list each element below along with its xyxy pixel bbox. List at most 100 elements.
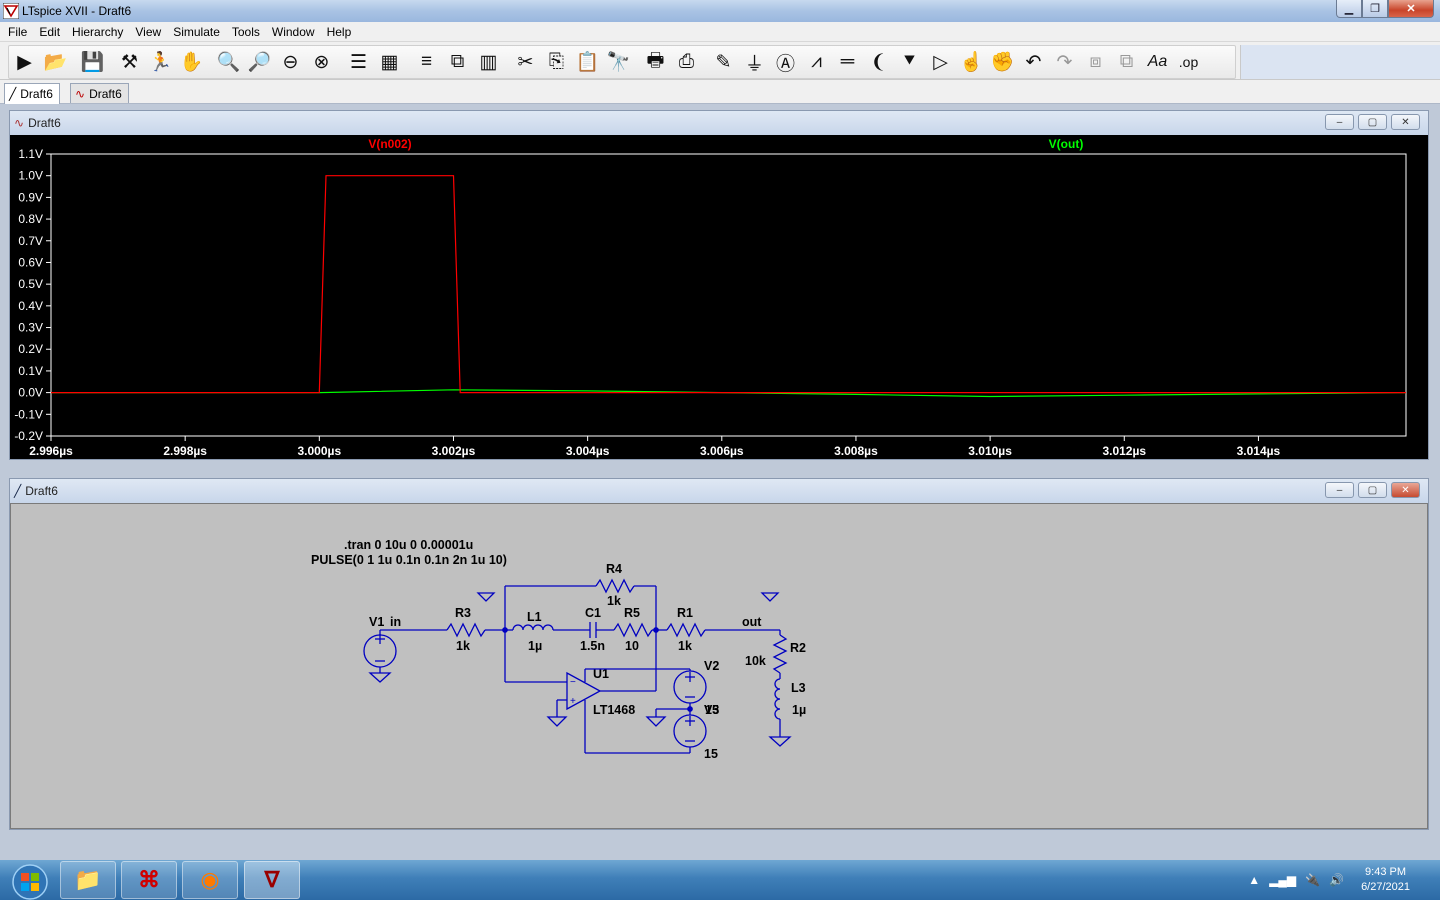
undo-icon[interactable]: ↶	[1018, 47, 1049, 77]
schematic-icon: ╱	[14, 484, 22, 498]
tile-horizontal-icon[interactable]: ≡	[411, 47, 442, 77]
spice-directive-tran[interactable]: .tran 0 10u 0 0.00001u	[344, 538, 473, 552]
ground-symbol[interactable]	[546, 716, 568, 727]
save-icon[interactable]: 💾	[77, 47, 108, 77]
r2-resistor[interactable]	[772, 634, 788, 674]
menu-file[interactable]: File	[2, 25, 33, 39]
tab-schematic[interactable]: ╱ Draft6	[4, 83, 60, 104]
r1-resistor[interactable]	[666, 622, 706, 638]
y-tick-label: 0.0V	[18, 386, 43, 400]
show-hidden-icons-icon[interactable]: ▲	[1248, 873, 1260, 887]
menu-hierarchy[interactable]: Hierarchy	[66, 25, 129, 39]
schematic-close-button[interactable]: ✕	[1391, 482, 1420, 498]
move-icon[interactable]: ✊	[987, 47, 1018, 77]
label-icon[interactable]: Ⓐ	[770, 47, 801, 77]
explorer-icon[interactable]: 📁	[60, 861, 116, 899]
acrobat-icon[interactable]: ⌘	[121, 861, 177, 899]
print-icon[interactable]: 🖶	[640, 47, 671, 77]
x-tick-label: 3.014µs	[1237, 444, 1281, 458]
component-icon[interactable]: ▷	[925, 47, 956, 77]
plot-minimize-button[interactable]: –	[1325, 114, 1354, 130]
firefox-icon[interactable]: ◉	[182, 861, 238, 899]
menu-edit[interactable]: Edit	[33, 25, 66, 39]
schematic-canvas[interactable]: .tran 0 10u 0 0.00001u PULSE(0 1 1u 0.1n…	[10, 503, 1428, 829]
ground-symbol[interactable]	[476, 592, 496, 602]
r4-label: R4	[606, 562, 622, 576]
r3-resistor[interactable]	[446, 622, 486, 638]
cascade-icon[interactable]: ⧉	[442, 47, 473, 77]
run-icon[interactable]: ▶	[9, 47, 40, 77]
pan-icon[interactable]: ✋	[176, 47, 207, 77]
plot-maximize-button[interactable]: ▢	[1358, 114, 1387, 130]
close-button[interactable]: ✕	[1388, 0, 1434, 18]
capacitor-icon[interactable]: ═	[832, 47, 863, 77]
diode-icon[interactable]: ⯆	[894, 47, 925, 77]
trace-name-vn002[interactable]: V(n002)	[368, 137, 411, 151]
r4-resistor[interactable]	[595, 578, 635, 594]
v3-value: 15	[704, 747, 718, 761]
mirror-icon[interactable]: ⧉	[1111, 47, 1142, 77]
menu-tools[interactable]: Tools	[226, 25, 266, 39]
maximize-button[interactable]: ❐	[1362, 0, 1388, 18]
spice-directive-icon[interactable]: .op	[1173, 47, 1204, 77]
zoom-out-icon[interactable]: ⊖	[275, 47, 306, 77]
ground-symbol[interactable]	[645, 716, 667, 727]
find-icon[interactable]: 🔭	[603, 47, 634, 77]
wire-icon[interactable]: ✎	[708, 47, 739, 77]
drag-icon[interactable]: ☝	[956, 47, 987, 77]
tile-vertical-icon[interactable]: ▥	[473, 47, 504, 77]
open-icon[interactable]: 📂	[40, 47, 71, 77]
print-setup-icon[interactable]: ⎙	[671, 47, 702, 77]
control-panel-icon[interactable]: ⚒	[114, 47, 145, 77]
zoom-fit-icon[interactable]: ⊗	[306, 47, 337, 77]
menu-help[interactable]: Help	[321, 25, 358, 39]
trace-name-vout[interactable]: V(out)	[1049, 137, 1084, 151]
resistor-icon[interactable]: ⩘	[801, 47, 832, 77]
schematic-minimize-button[interactable]: –	[1325, 482, 1354, 498]
l1-inductor[interactable]	[512, 624, 554, 631]
copy-icon[interactable]: ⎘	[541, 47, 572, 77]
network-icon[interactable]: ▂▄▆	[1269, 873, 1296, 887]
power-icon[interactable]: 🔌	[1305, 873, 1320, 887]
autorange-icon[interactable]: ☰	[343, 47, 374, 77]
menu-simulate[interactable]: Simulate	[167, 25, 226, 39]
rotate-icon[interactable]: ⧈	[1080, 47, 1111, 77]
toolbar: ▶ 📂 💾 ⚒ 🏃 ✋ 🔍 🔎 ⊖ ⊗ ☰ ▦ ≡ ⧉ ▥ ✂ ⎘ 📋 🔭 🖶 …	[0, 42, 1440, 80]
setup-icon[interactable]: ▦	[374, 47, 405, 77]
plot-close-button[interactable]: ✕	[1391, 114, 1420, 130]
waveform-chart[interactable]: 1.1V 1.0V 0.9V 0.8V 0.7V 0.6V 0.5V 0.4V 0.3V 0.2V…	[10, 135, 1428, 459]
cut-icon[interactable]: ✂	[510, 47, 541, 77]
v1-voltage-source[interactable]	[363, 630, 397, 683]
x-tick-label: 3.000µs	[298, 444, 342, 458]
l3-inductor[interactable]	[774, 678, 781, 720]
schematic-maximize-button[interactable]: ▢	[1358, 482, 1387, 498]
clock[interactable]: 9:43 PM 6/27/2021	[1361, 865, 1410, 895]
menu-window[interactable]: Window	[266, 25, 321, 39]
plot-window-titlebar: ∿ Draft6	[10, 111, 1428, 135]
windows-taskbar: 📁 ⌘ ◉ ∇ ▲ ▂▄▆ 🔌 🔊 9:43 PM 6/27/2021	[0, 860, 1440, 900]
tab-waveform[interactable]: ∿ Draft6	[70, 83, 129, 103]
volume-icon[interactable]: 🔊	[1329, 873, 1344, 887]
halt-icon[interactable]: 🏃	[145, 47, 176, 77]
ltspice-icon[interactable]: ∇	[244, 861, 300, 899]
menu-view[interactable]: View	[129, 25, 167, 39]
r5-resistor[interactable]	[613, 622, 653, 638]
zoom-in-icon[interactable]: 🔍	[213, 47, 244, 77]
ground-symbol[interactable]	[760, 592, 780, 602]
redo-icon[interactable]: ↷	[1049, 47, 1080, 77]
start-button[interactable]	[4, 862, 52, 900]
zoom-area-icon[interactable]: 🔎	[244, 47, 275, 77]
inductor-icon[interactable]: ❨	[863, 47, 894, 77]
v2-value-overlap: 15	[705, 703, 719, 717]
window-title: LTspice XVII - Draft6	[22, 4, 132, 18]
l3-label: L3	[791, 681, 806, 695]
schematic-drawing[interactable]: .tran 0 10u 0 0.00001u PULSE(0 1 1u 0.1n…	[11, 504, 1427, 828]
text-icon[interactable]: Aa	[1142, 47, 1173, 77]
r4-value: 1k	[607, 594, 621, 608]
plot-pane[interactable]: 1.1V 1.0V 0.9V 0.8V 0.7V 0.6V 0.5V 0.4V 0.3V 0.2V…	[10, 135, 1428, 459]
ground-icon[interactable]: ⏚	[739, 47, 770, 77]
pulse-parameters[interactable]: PULSE(0 1 1u 0.1n 0.1n 2n 1u 10)	[311, 553, 507, 567]
minimize-button[interactable]: ▁	[1336, 0, 1362, 18]
ground-symbol[interactable]	[768, 736, 792, 747]
paste-icon[interactable]: 📋	[572, 47, 603, 77]
